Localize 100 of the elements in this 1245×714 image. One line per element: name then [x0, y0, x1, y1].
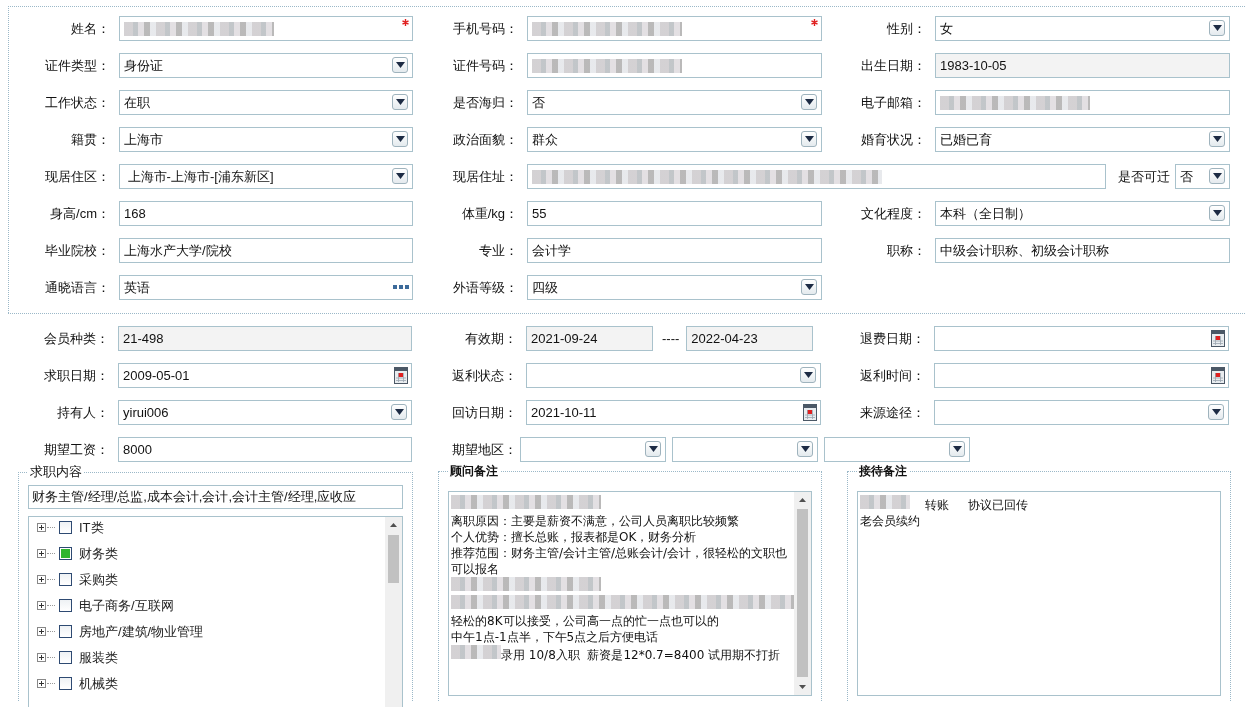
select-field[interactable] — [520, 437, 666, 462]
dropdown-button[interactable] — [1209, 20, 1225, 36]
expand-icon[interactable] — [37, 601, 46, 610]
text-field[interactable]: 55 — [527, 201, 822, 226]
field-label: 期望工资： — [44, 442, 109, 457]
field-label: 回访日期： — [452, 405, 517, 420]
tree-item[interactable]: 机械类 — [79, 674, 118, 693]
select-field[interactable]: 在职 — [119, 90, 413, 115]
field-label: 婚育状况： — [861, 132, 926, 147]
scrollbar-thumb[interactable] — [388, 535, 399, 583]
checkbox[interactable] — [59, 573, 72, 586]
dropdown-button[interactable] — [800, 367, 816, 383]
dropdown-button[interactable] — [949, 441, 965, 457]
text-field[interactable] — [527, 16, 822, 41]
dropdown-button[interactable] — [801, 279, 817, 295]
text-field[interactable]: 168 — [119, 201, 413, 226]
select-field[interactable]: 否 — [1175, 164, 1230, 189]
readonly-field[interactable]: 1983-10-05 — [935, 53, 1230, 78]
notes-textarea[interactable]: 离职原因：主要是薪资不满意，公司人员离职比较频繁 个人优势：擅长总账，报表都是OK，财务分析 推荐范围：财务主管/会计主管/总账会计/会计，很轻松的文职也可以报名 轻松的8K可以接受，公司高一点的忙一点也可以的 中午1点-1点半，下午5点之后方便电话 录用 10/8入职 薪资是12*0.7=8400 试用期不打折 — [448, 491, 812, 696]
expand-icon[interactable] — [37, 653, 46, 662]
scrollbar-thumb[interactable] — [797, 509, 808, 677]
select-field[interactable]: yirui006 — [118, 400, 412, 425]
scroll-up-icon[interactable] — [799, 498, 806, 502]
select-field[interactable]: 上海市-上海市-[浦东新区] — [119, 164, 413, 189]
readonly-field[interactable]: 21-498 — [118, 326, 412, 351]
tree-item[interactable]: 服装类 — [79, 648, 118, 667]
lookup-field[interactable]: 英语 — [119, 275, 413, 300]
field-label: 性别： — [887, 21, 926, 36]
date-field[interactable]: 2021-10-11 — [526, 400, 821, 425]
field-label: 专业： — [479, 243, 518, 258]
expand-icon[interactable] — [37, 679, 46, 688]
dropdown-button[interactable] — [391, 404, 407, 420]
tree-item[interactable]: 采购类 — [79, 570, 118, 589]
select-field[interactable]: 已婚已育 — [935, 127, 1230, 152]
checkbox[interactable] — [59, 521, 72, 534]
checkbox[interactable] — [59, 599, 72, 612]
field-label: 有效期： — [465, 331, 517, 346]
dropdown-button[interactable] — [1209, 205, 1225, 221]
text-field[interactable]: 8000 — [118, 437, 412, 462]
select-field[interactable] — [526, 363, 821, 388]
dropdown-button[interactable] — [1208, 404, 1224, 420]
text-field[interactable] — [527, 53, 822, 78]
text-field[interactable]: 中级会计职称、初级会计职称 — [935, 238, 1230, 263]
dropdown-button[interactable] — [1209, 168, 1225, 184]
scroll-up-icon[interactable] — [390, 523, 397, 527]
field-label: 籍贯： — [71, 132, 110, 147]
select-field[interactable]: 身份证 — [119, 53, 413, 78]
dropdown-button[interactable] — [801, 131, 817, 147]
tree-item[interactable]: 财务类 — [79, 544, 118, 563]
expand-icon[interactable] — [37, 523, 46, 532]
field-label: 期望地区： — [452, 442, 517, 457]
dropdown-button[interactable] — [645, 441, 661, 457]
select-field[interactable]: 四级 — [527, 275, 822, 300]
tree-item[interactable]: 电子商务/互联网 — [79, 596, 174, 615]
scrollbar[interactable] — [794, 492, 811, 695]
select-field[interactable]: 女 — [935, 16, 1230, 41]
note-text: 中午1点-1点半，下午5点之后方便电话 — [451, 630, 659, 644]
field-label: 工作状态： — [45, 95, 110, 110]
date-field[interactable] — [934, 326, 1229, 351]
checkbox[interactable] — [59, 547, 72, 560]
text-field[interactable]: 会计学 — [527, 238, 822, 263]
calendar-icon[interactable] — [1211, 367, 1225, 384]
dropdown-button[interactable] — [797, 441, 813, 457]
select-field[interactable] — [934, 400, 1229, 425]
text-field[interactable]: 财务主管/经理/总监,成本会计,会计,会计主管/经理,应收应 — [28, 485, 403, 509]
calendar-icon[interactable] — [803, 404, 817, 421]
text-field[interactable] — [935, 90, 1230, 115]
scroll-down-icon[interactable] — [799, 685, 806, 689]
select-field[interactable]: 群众 — [527, 127, 822, 152]
tree-item[interactable]: 房地产/建筑/物业管理 — [79, 622, 204, 641]
expand-icon[interactable] — [37, 549, 46, 558]
field-label: 毕业院校： — [45, 243, 110, 258]
calendar-icon[interactable] — [1211, 330, 1225, 347]
dropdown-button[interactable] — [801, 94, 817, 110]
dropdown-button[interactable] — [392, 131, 408, 147]
checkbox[interactable] — [59, 677, 72, 690]
select-field[interactable]: 否 — [527, 90, 822, 115]
checkbox[interactable] — [59, 651, 72, 664]
select-field[interactable]: 上海市 — [119, 127, 413, 152]
dropdown-button[interactable] — [392, 94, 408, 110]
field-label: 电子邮箱： — [861, 95, 926, 110]
select-field[interactable] — [672, 437, 818, 462]
calendar-icon[interactable] — [394, 367, 408, 384]
select-field[interactable]: 本科（全日制） — [935, 201, 1230, 226]
text-field[interactable] — [527, 164, 1106, 189]
date-field[interactable] — [934, 363, 1229, 388]
expand-icon[interactable] — [37, 575, 46, 584]
date-field[interactable]: 2009-05-01 — [118, 363, 412, 388]
dropdown-button[interactable] — [392, 168, 408, 184]
select-field[interactable] — [824, 437, 970, 462]
checkbox[interactable] — [59, 625, 72, 638]
scrollbar[interactable] — [385, 517, 402, 707]
expand-icon[interactable] — [37, 627, 46, 636]
tree-item[interactable]: IT类 — [79, 518, 104, 537]
notes-textarea[interactable]: 转账 协议已回传 老会员续约 — [857, 491, 1221, 696]
text-field[interactable] — [119, 16, 413, 41]
dropdown-button[interactable] — [392, 57, 408, 73]
dropdown-button[interactable] — [1209, 131, 1225, 147]
more-icon[interactable] — [393, 285, 409, 290]
text-field[interactable]: 上海水产大学/院校 — [119, 238, 413, 263]
